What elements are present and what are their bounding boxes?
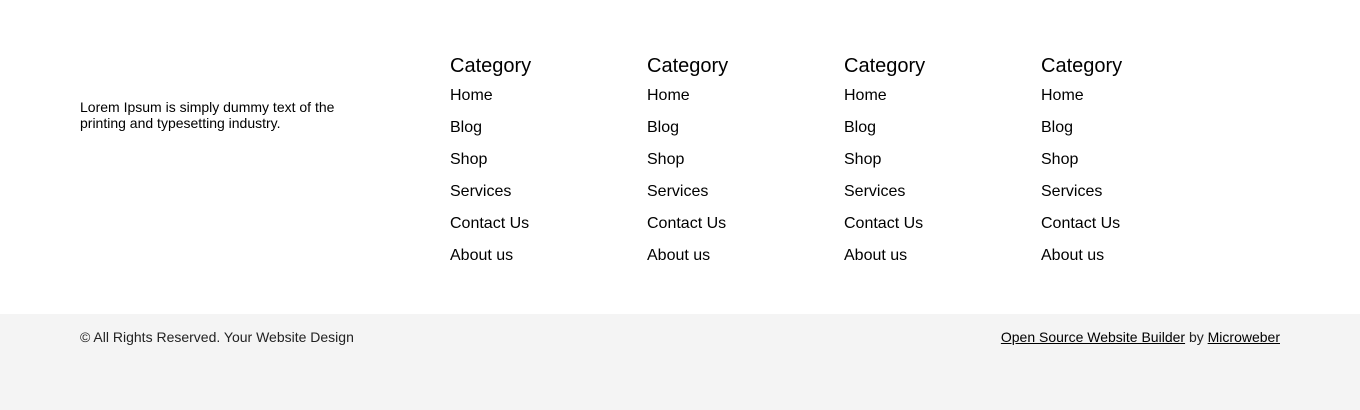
list-item: Home	[647, 86, 827, 118]
list-item: Contact Us	[844, 214, 1024, 246]
list-item: About us	[647, 246, 827, 278]
footer-column-3: Category Home Blog Shop Services Contact…	[844, 54, 1024, 278]
column-title: Category	[844, 55, 926, 77]
about-text: Lorem Ipsum is simply dummy text of the …	[80, 99, 335, 131]
footer-column-4: Category Home Blog Shop Services Contact…	[1041, 54, 1221, 278]
link-home[interactable]: Home	[1041, 87, 1084, 104]
footer-column-2: Category Home Blog Shop Services Contact…	[647, 54, 827, 278]
list-item: Shop	[647, 150, 827, 182]
link-home[interactable]: Home	[647, 87, 690, 104]
link-home[interactable]: Home	[844, 87, 887, 104]
list-item: Shop	[1041, 150, 1221, 182]
link-blog[interactable]: Blog	[844, 119, 876, 136]
column-title: Category	[1041, 55, 1123, 77]
microweber-link[interactable]: Microweber	[1208, 329, 1280, 345]
footer-bottom-bar: © All Rights Reserved. Your Website Desi…	[0, 314, 1360, 410]
list-item: Home	[450, 86, 630, 118]
link-about-us[interactable]: About us	[844, 247, 907, 264]
list-item: Contact Us	[647, 214, 827, 246]
link-blog[interactable]: Blog	[647, 119, 679, 136]
link-about-us[interactable]: About us	[1041, 247, 1104, 264]
column-links: Home Blog Shop Services Contact Us About…	[1041, 86, 1221, 278]
list-item: Blog	[450, 118, 630, 150]
column-links: Home Blog Shop Services Contact Us About…	[450, 86, 630, 278]
list-item: Home	[1041, 86, 1221, 118]
link-shop[interactable]: Shop	[450, 151, 487, 168]
list-item: Shop	[450, 150, 630, 182]
list-item: Blog	[1041, 118, 1221, 150]
list-item: About us	[1041, 246, 1221, 278]
by-text: by	[1185, 329, 1208, 345]
link-blog[interactable]: Blog	[450, 119, 482, 136]
link-shop[interactable]: Shop	[844, 151, 881, 168]
list-item: Shop	[844, 150, 1024, 182]
link-services[interactable]: Services	[844, 183, 905, 200]
list-item: About us	[450, 246, 630, 278]
link-blog[interactable]: Blog	[1041, 119, 1073, 136]
footer-top: Lorem Ipsum is simply dummy text of the …	[0, 0, 1360, 314]
link-shop[interactable]: Shop	[647, 151, 684, 168]
link-about-us[interactable]: About us	[647, 247, 710, 264]
list-item: Home	[844, 86, 1024, 118]
list-item: Services	[844, 182, 1024, 214]
link-contact-us[interactable]: Contact Us	[844, 215, 923, 232]
link-shop[interactable]: Shop	[1041, 151, 1078, 168]
link-services[interactable]: Services	[1041, 183, 1102, 200]
list-item: About us	[844, 246, 1024, 278]
column-links: Home Blog Shop Services Contact Us About…	[647, 86, 827, 278]
list-item: Services	[450, 182, 630, 214]
link-about-us[interactable]: About us	[450, 247, 513, 264]
link-services[interactable]: Services	[450, 183, 511, 200]
credits: Open Source Website Builder by Microwebe…	[1001, 329, 1280, 345]
column-title: Category	[450, 55, 532, 77]
link-home[interactable]: Home	[450, 87, 493, 104]
link-contact-us[interactable]: Contact Us	[647, 215, 726, 232]
column-links: Home Blog Shop Services Contact Us About…	[844, 86, 1024, 278]
footer-column-1: Category Home Blog Shop Services Contact…	[450, 54, 630, 278]
list-item: Services	[1041, 182, 1221, 214]
list-item: Contact Us	[1041, 214, 1221, 246]
copyright-text: © All Rights Reserved. Your Website Desi…	[80, 329, 354, 345]
link-contact-us[interactable]: Contact Us	[1041, 215, 1120, 232]
column-title: Category	[647, 55, 729, 77]
link-services[interactable]: Services	[647, 183, 708, 200]
list-item: Blog	[647, 118, 827, 150]
list-item: Blog	[844, 118, 1024, 150]
list-item: Services	[647, 182, 827, 214]
list-item: Contact Us	[450, 214, 630, 246]
link-contact-us[interactable]: Contact Us	[450, 215, 529, 232]
open-source-builder-link[interactable]: Open Source Website Builder	[1001, 329, 1185, 345]
